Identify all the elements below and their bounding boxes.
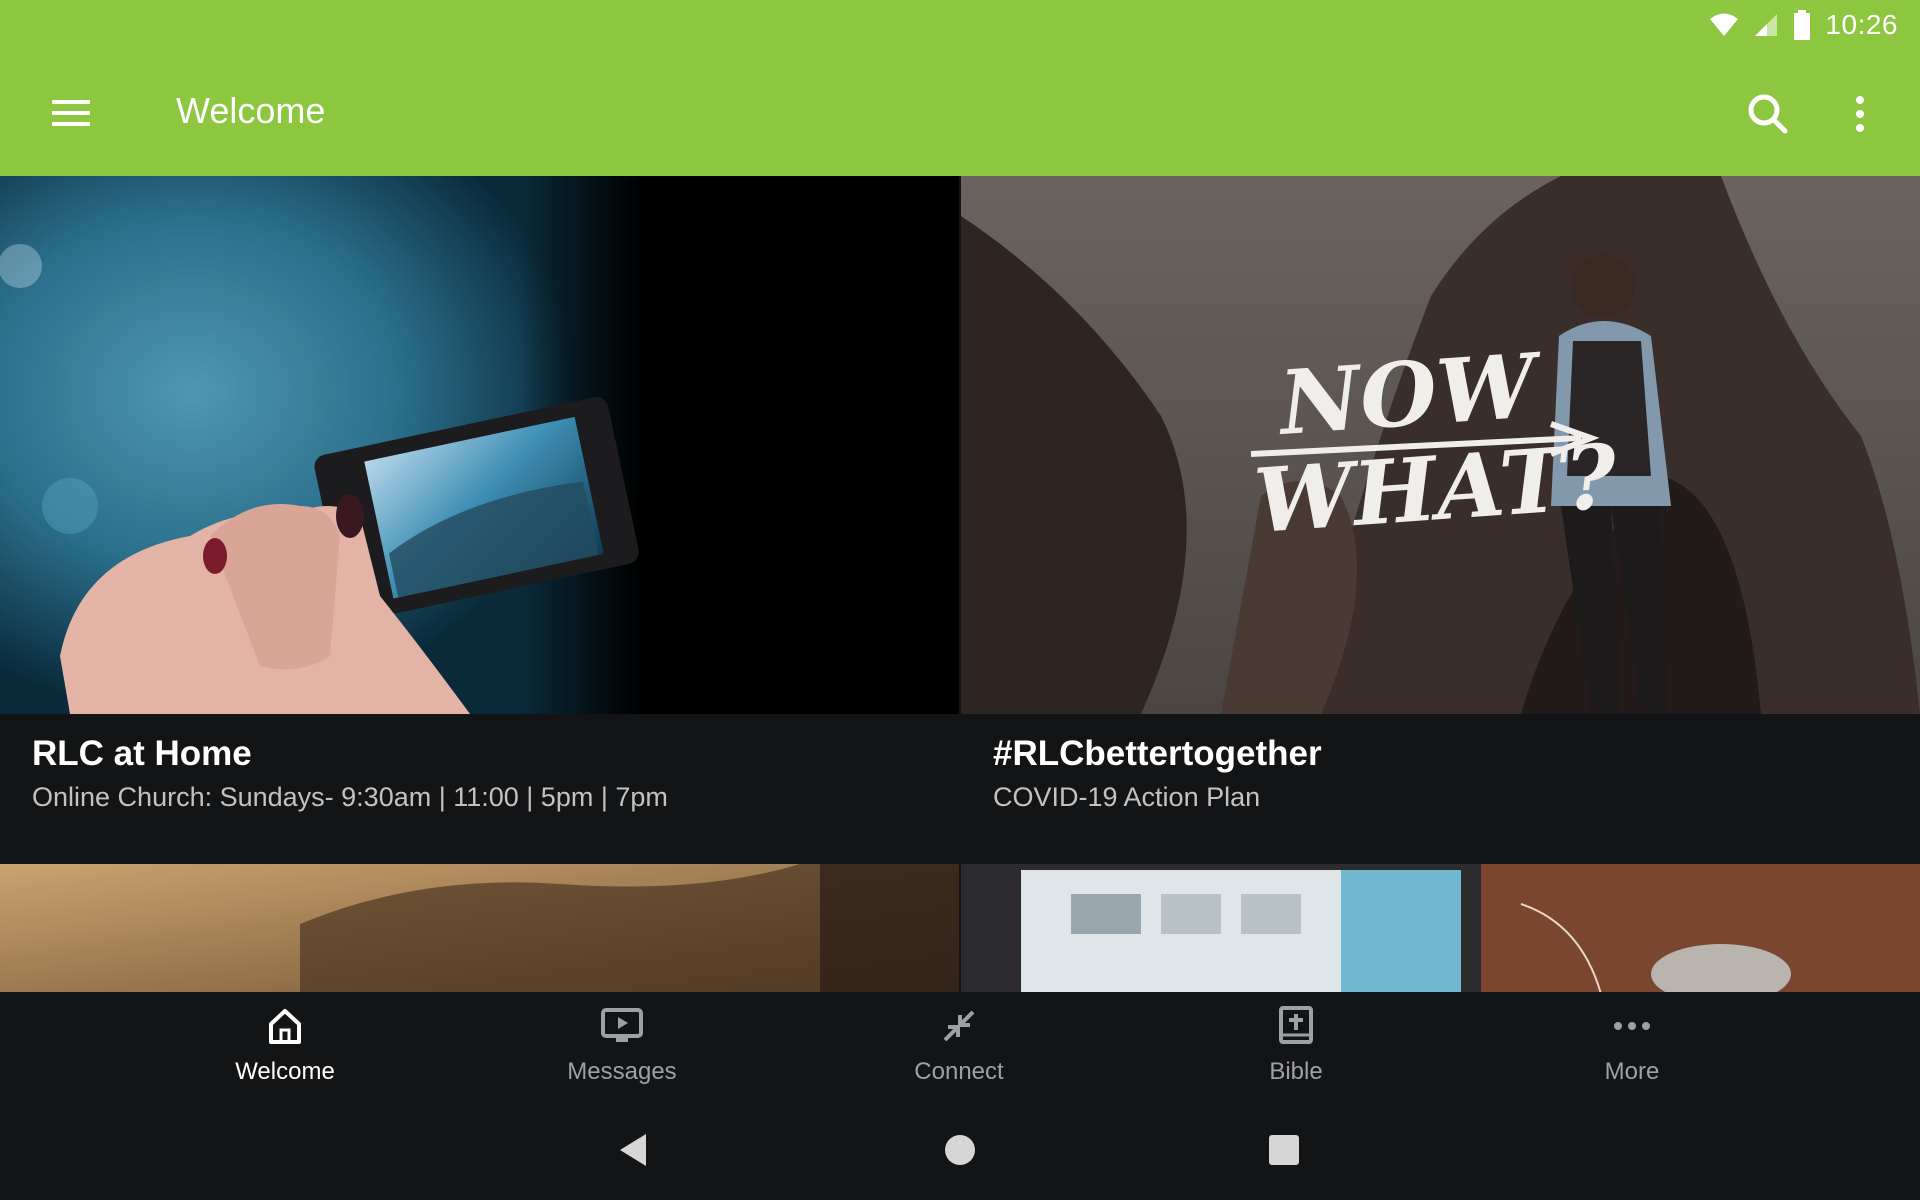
- bottom-navigation: Welcome Messages Connect Bible More: [0, 992, 1920, 1096]
- page-title: Welcome: [176, 90, 326, 131]
- system-navigation-bar: [0, 1096, 1920, 1200]
- app-bar: 10:26 Welcome: [0, 0, 1920, 176]
- card-rlc-at-home[interactable]: RLC at Home Online Church: Sundays- 9:30…: [0, 176, 959, 862]
- card-image-now-what: NOW WHAT?: [961, 176, 1920, 714]
- connect-arrows-icon: [935, 1002, 983, 1050]
- search-icon[interactable]: [1744, 90, 1792, 138]
- nav-label: Bible: [1269, 1058, 1323, 1085]
- battery-icon: [1794, 10, 1811, 40]
- nav-label: More: [1604, 1058, 1660, 1085]
- cell-signal-icon: [1755, 14, 1778, 36]
- card-image-partial: [0, 864, 959, 992]
- card-partial-left[interactable]: [0, 864, 959, 992]
- status-time: 10:26: [1825, 9, 1898, 40]
- card-title: #RLCbettertogether: [993, 734, 1322, 773]
- bible-icon: [1272, 1002, 1320, 1050]
- nav-item-messages[interactable]: Messages: [512, 1002, 732, 1092]
- content-feed: RLC at Home Online Church: Sundays- 9:30…: [0, 176, 1920, 992]
- overflow-menu-icon[interactable]: [1842, 90, 1878, 138]
- wifi-icon: [1710, 13, 1739, 36]
- menu-icon[interactable]: [50, 94, 94, 134]
- toolbar: Welcome: [0, 50, 1920, 176]
- card-rlc-better-together[interactable]: NOW WHAT? #RLCbettertogether COVID-19 Ac…: [961, 176, 1920, 862]
- card-subtitle: COVID-19 Action Plan: [993, 782, 1261, 812]
- status-bar: 10:26: [1500, 0, 1920, 50]
- nav-label: Connect: [914, 1058, 1004, 1085]
- home-icon: [261, 1002, 309, 1050]
- nav-item-connect[interactable]: Connect: [849, 1002, 1069, 1092]
- nav-item-bible[interactable]: Bible: [1186, 1002, 1406, 1092]
- nav-item-welcome[interactable]: Welcome: [175, 1002, 395, 1092]
- nav-item-more[interactable]: More: [1522, 1002, 1742, 1092]
- nav-label: Welcome: [235, 1058, 335, 1085]
- back-icon[interactable]: [614, 1130, 654, 1170]
- card-partial-right[interactable]: [961, 864, 1920, 992]
- card-subtitle: Online Church: Sundays- 9:30am | 11:00 |…: [32, 782, 668, 812]
- recents-square-icon[interactable]: [1264, 1130, 1304, 1170]
- card-image-phone-photo: [0, 176, 959, 714]
- tv-play-icon: [598, 1002, 646, 1050]
- arrow-graphic: [1251, 421, 1600, 457]
- home-circle-icon[interactable]: [940, 1130, 980, 1170]
- nav-label: Messages: [567, 1058, 677, 1085]
- card-title: RLC at Home: [32, 734, 252, 773]
- more-horizontal-icon: [1608, 1002, 1656, 1050]
- card-image-partial: [961, 864, 1920, 992]
